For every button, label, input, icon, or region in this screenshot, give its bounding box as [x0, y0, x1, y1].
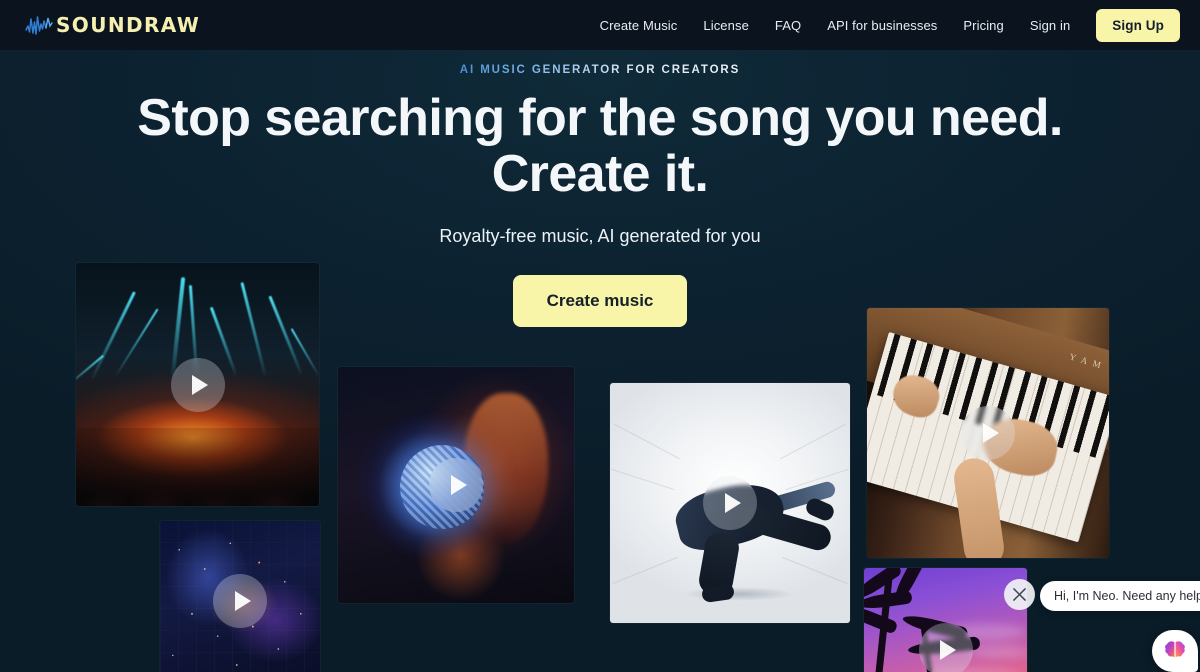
- brand-name: SOUNDRAW: [56, 13, 201, 37]
- waveform-icon: [25, 16, 53, 35]
- chat-close-button[interactable]: [1004, 579, 1035, 610]
- hero-subheading: Royalty-free music, AI generated for you: [439, 226, 761, 246]
- create-music-button[interactable]: Create music: [512, 275, 688, 327]
- page-title: Stop searching for the song you need. Cr…: [0, 90, 1200, 202]
- chat-greeting-bubble[interactable]: Hi, I'm Neo. Need any help?: [1040, 581, 1200, 611]
- page-root: SOUNDRAW Create Music License FAQ API fo…: [0, 0, 1200, 672]
- play-button[interactable]: [961, 406, 1015, 460]
- crowd-silhouette: [76, 428, 319, 506]
- brain-icon: [1165, 641, 1185, 658]
- close-icon: [1013, 588, 1026, 601]
- play-button[interactable]: [918, 622, 973, 672]
- site-header: SOUNDRAW Create Music License FAQ API fo…: [0, 0, 1200, 50]
- media-card-dancer[interactable]: [610, 383, 850, 623]
- nav-faq[interactable]: FAQ: [775, 18, 801, 33]
- play-button[interactable]: [213, 574, 267, 628]
- media-card-disco[interactable]: [338, 367, 574, 603]
- hero-cta-wrap: Create music: [0, 275, 1200, 327]
- play-button[interactable]: [703, 476, 757, 530]
- chat-launcher-button[interactable]: [1152, 630, 1198, 672]
- sign-up-button[interactable]: Sign Up: [1096, 8, 1180, 42]
- play-button[interactable]: [170, 357, 225, 412]
- headline-line-2: Create it.: [491, 145, 709, 203]
- hero-eyebrow: AI MUSIC GENERATOR FOR CREATORS: [459, 64, 741, 76]
- media-card-city[interactable]: [160, 521, 320, 672]
- nav-sign-in[interactable]: Sign in: [1030, 18, 1070, 33]
- nav-license[interactable]: License: [703, 18, 749, 33]
- brand-logo[interactable]: SOUNDRAW: [24, 13, 200, 37]
- headline-line-1: Stop searching for the song you need.: [137, 89, 1063, 147]
- media-card-sunset[interactable]: [864, 568, 1027, 672]
- nav-pricing[interactable]: Pricing: [963, 18, 1003, 33]
- hero-section: AI MUSIC GENERATOR FOR CREATORS Stop sea…: [0, 50, 1200, 327]
- play-button[interactable]: [429, 458, 483, 512]
- nav-create-music[interactable]: Create Music: [600, 18, 678, 33]
- main-nav: Create Music License FAQ API for busines…: [600, 8, 1180, 42]
- media-card-piano[interactable]: Y A M: [867, 308, 1109, 558]
- nav-api-for-businesses[interactable]: API for businesses: [827, 18, 937, 33]
